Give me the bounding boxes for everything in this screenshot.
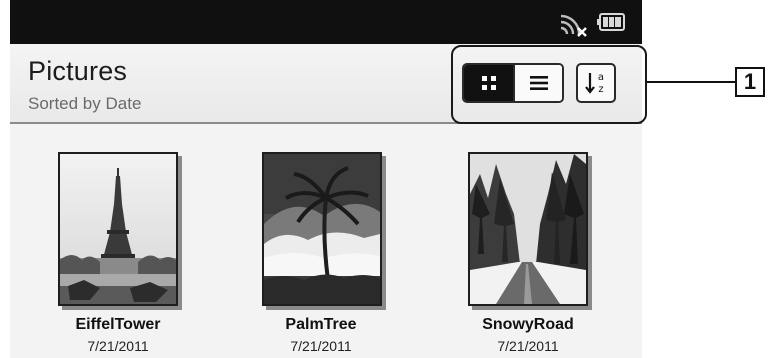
page-title: Pictures bbox=[28, 56, 128, 86]
svg-text:a: a bbox=[598, 72, 604, 83]
picture-date: 7/21/2011 bbox=[87, 338, 149, 354]
status-bar bbox=[10, 0, 642, 44]
picture-thumbnail[interactable] bbox=[262, 152, 382, 306]
picture-name: PalmTree bbox=[285, 316, 357, 333]
list-view-icon bbox=[529, 76, 548, 90]
eiffel-tower-image bbox=[60, 154, 176, 304]
callout-number: 1 bbox=[735, 67, 765, 97]
palm-tree-image bbox=[264, 154, 380, 304]
battery-icon bbox=[597, 13, 625, 31]
thumbnail-view-icon bbox=[481, 76, 496, 90]
wifi-disconnected-icon bbox=[560, 14, 587, 37]
picture-name: SnowyRoad bbox=[482, 316, 574, 333]
picture-date: 7/21/2011 bbox=[497, 338, 559, 354]
picture-tile[interactable]: SnowyRoad 7/21/2011 bbox=[428, 124, 628, 358]
sort-az-icon: a z bbox=[585, 72, 604, 95]
snowy-road-image bbox=[470, 154, 586, 304]
sort-button[interactable]: a z bbox=[576, 63, 616, 103]
picture-thumbnail[interactable] bbox=[58, 152, 178, 306]
thumbnail-view-button[interactable] bbox=[464, 65, 513, 101]
picture-tile[interactable]: PalmTree 7/21/2011 bbox=[221, 124, 421, 358]
view-mode-toggle bbox=[462, 63, 564, 103]
svg-text:z: z bbox=[598, 84, 603, 95]
picture-date: 7/21/2011 bbox=[290, 338, 352, 354]
picture-name: EiffelTower bbox=[75, 316, 161, 333]
callout-leader-line bbox=[647, 81, 735, 83]
list-view-button[interactable] bbox=[513, 65, 562, 101]
picture-thumbnail[interactable] bbox=[468, 152, 588, 306]
sort-order-subtitle: Sorted by Date bbox=[28, 94, 142, 113]
picture-tile[interactable]: EiffelTower 7/21/2011 bbox=[18, 124, 218, 358]
pictures-grid: EiffelTower 7/21/2011 PalmTree 7/21/2011… bbox=[10, 124, 642, 358]
